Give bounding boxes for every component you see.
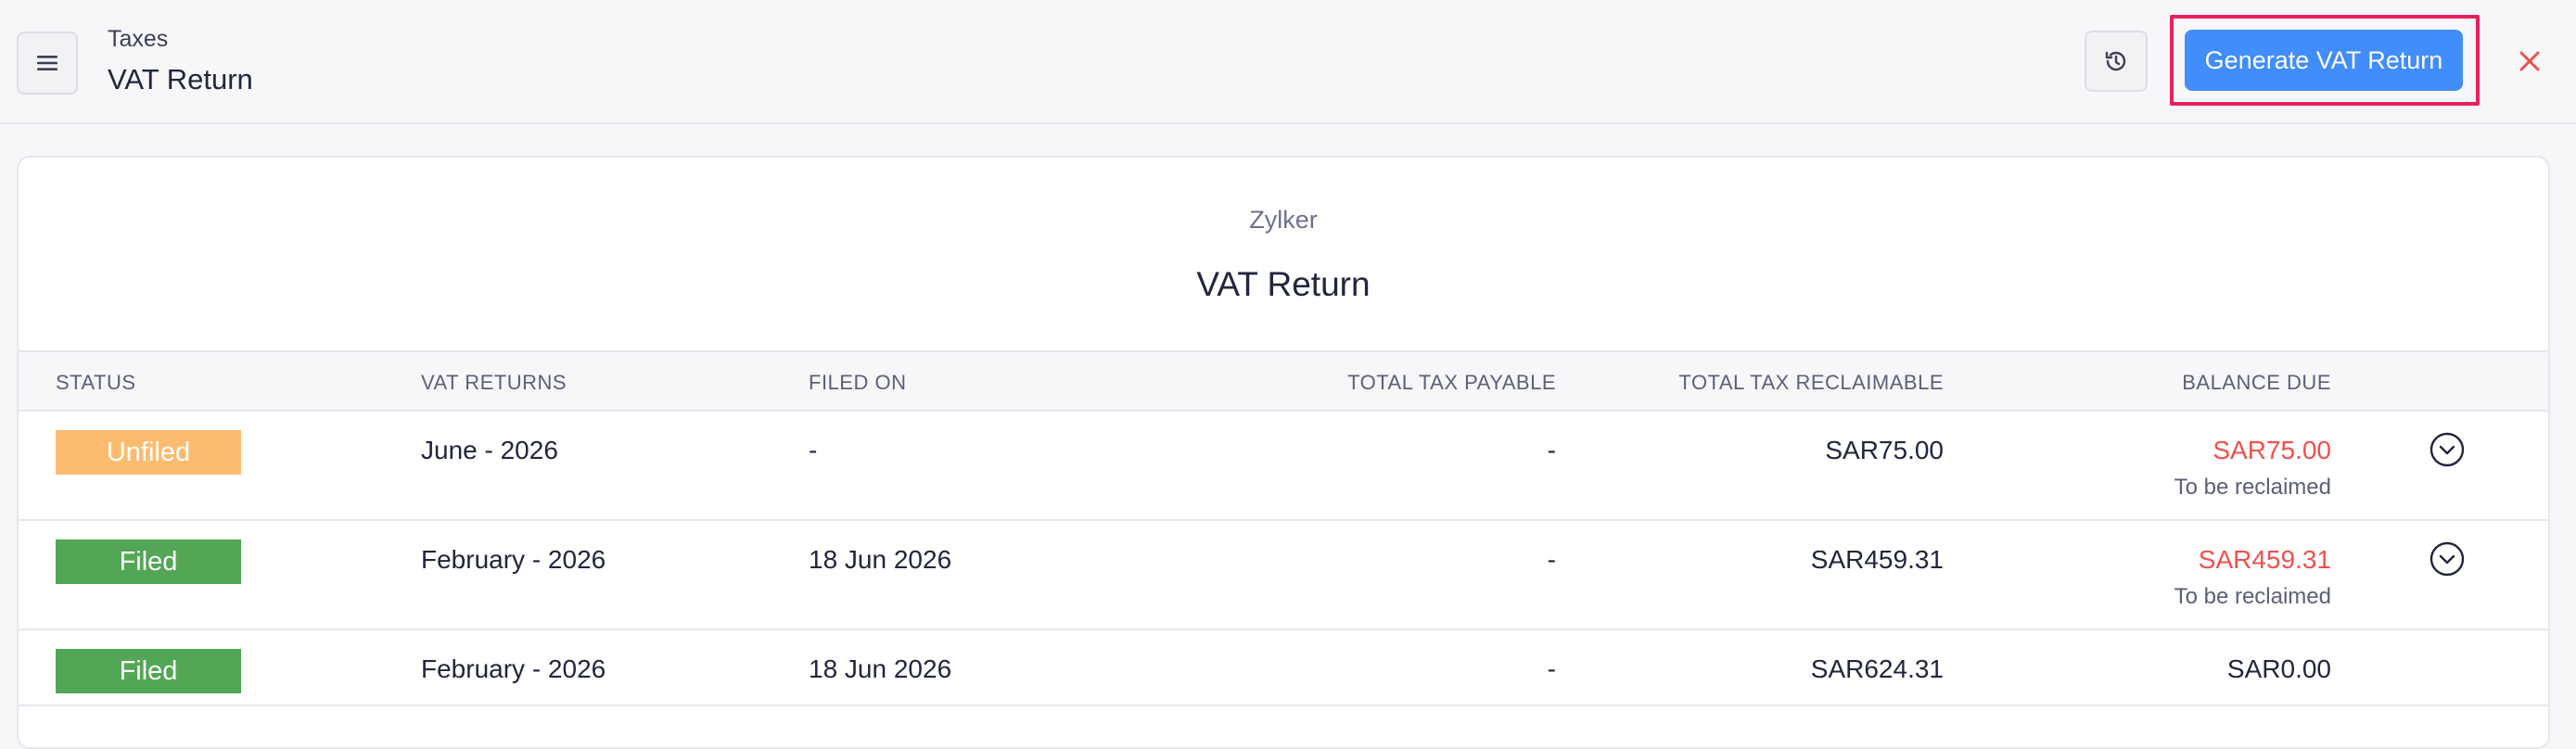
column-total-tax-reclaimable: TOTAL TAX RECLAIMABLE: [1678, 371, 1944, 394]
status-badge: Unfiled: [56, 430, 241, 475]
chevron-down-circle-icon[interactable]: [2428, 540, 2467, 578]
column-balance-due: BALANCE DUE: [2182, 371, 2331, 394]
table-row[interactable]: Unfiled June - 2026 - - SAR75.00 SAR75.0…: [19, 412, 2548, 521]
status-badge: Filed: [56, 649, 241, 693]
organization-name: Zylker: [1249, 206, 1318, 234]
status-badge: Filed: [56, 540, 241, 584]
balance-due: SAR75.00: [2213, 436, 2331, 464]
breadcrumb: Taxes: [108, 26, 169, 52]
column-total-tax-payable: TOTAL TAX PAYABLE: [1347, 371, 1556, 394]
table-header: STATUS VAT RETURNS FILED ON TOTAL TAX PA…: [19, 350, 2548, 412]
history-icon: [2105, 51, 2126, 71]
table-row[interactable]: Filed February - 2026 18 Jun 2026 - SAR4…: [19, 521, 2548, 630]
table-row[interactable]: Filed February - 2026 18 Jun 2026 - SAR6…: [19, 630, 2548, 706]
total-tax-reclaimable: SAR624.31: [1810, 654, 1944, 683]
close-button[interactable]: [2509, 41, 2550, 82]
menu-button[interactable]: [17, 32, 78, 95]
balance-due: SAR0.00: [2226, 654, 2331, 683]
filed-on-date: -: [809, 436, 818, 464]
total-tax-payable: -: [1547, 545, 1556, 574]
filed-on-date: 18 Jun 2026: [809, 654, 952, 683]
total-tax-payable: -: [1547, 654, 1556, 683]
column-filed-on: FILED ON: [809, 371, 907, 394]
total-tax-reclaimable: SAR75.00: [1825, 436, 1944, 464]
history-button[interactable]: [2085, 31, 2148, 92]
vat-return-period[interactable]: February - 2026: [421, 545, 606, 575]
close-icon: [2519, 51, 2540, 71]
report-card: Zylker VAT Return STATUS VAT RETURNS FIL…: [17, 156, 2550, 749]
balance-due: SAR459.31: [2198, 545, 2331, 574]
vat-return-period[interactable]: June - 2026: [421, 436, 558, 465]
column-vat-returns: VAT RETURNS: [421, 371, 567, 394]
chevron-down-circle-icon[interactable]: [2428, 430, 2467, 469]
top-bar: Taxes VAT Return Generate VAT Return: [0, 0, 2576, 124]
total-tax-payable: -: [1547, 436, 1556, 464]
balance-note: To be reclaimed: [2174, 475, 2331, 500]
page-title: VAT Return: [108, 63, 253, 95]
hamburger-menu-icon: [37, 56, 57, 70]
vat-return-period[interactable]: February - 2026: [421, 654, 606, 684]
filed-on-date: 18 Jun 2026: [809, 545, 952, 574]
balance-note: To be reclaimed: [2174, 584, 2331, 609]
total-tax-reclaimable: SAR459.31: [1810, 545, 1944, 574]
report-title: VAT Return: [1196, 265, 1371, 303]
column-status: STATUS: [56, 371, 136, 394]
generate-vat-return-button[interactable]: Generate VAT Return: [2185, 30, 2463, 91]
